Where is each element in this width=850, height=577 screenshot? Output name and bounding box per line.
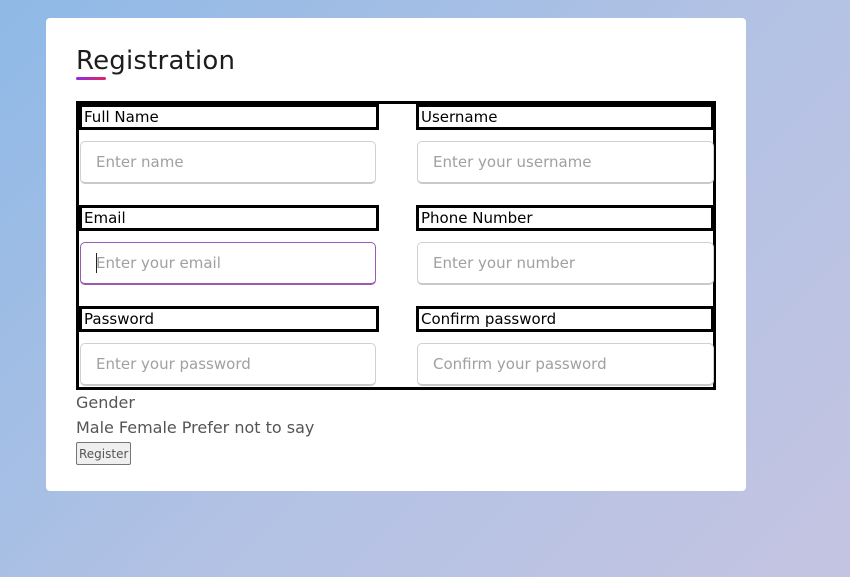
- user-details-section: Full Name Username Email Phone Number Pa…: [76, 101, 716, 390]
- confirm-password-label: Confirm password: [416, 306, 714, 332]
- full-name-input[interactable]: [80, 141, 376, 184]
- email-input[interactable]: [80, 242, 376, 285]
- full-name-label: Full Name: [79, 104, 379, 130]
- username-label: Username: [416, 104, 714, 130]
- password-input[interactable]: [80, 343, 376, 386]
- gender-title: Gender: [76, 393, 135, 412]
- gender-option-male[interactable]: Male: [76, 418, 114, 437]
- registration-card: Registration Full Name Username Email Ph…: [46, 18, 746, 491]
- title-underline: [76, 77, 106, 80]
- gender-options: Male Female Prefer not to say: [76, 418, 314, 437]
- password-label: Password: [79, 306, 379, 332]
- username-input[interactable]: [417, 141, 714, 184]
- email-field-wrapper: [80, 242, 376, 285]
- page-title: Registration: [76, 46, 236, 76]
- phone-number-input[interactable]: [417, 242, 714, 285]
- confirm-password-input[interactable]: [417, 343, 714, 386]
- gender-option-prefer-not-to-say[interactable]: Prefer not to say: [182, 418, 315, 437]
- phone-number-label: Phone Number: [416, 205, 714, 231]
- text-caret: [96, 253, 97, 273]
- email-label: Email: [79, 205, 379, 231]
- register-button[interactable]: Register: [76, 442, 132, 465]
- gender-option-female[interactable]: Female: [119, 418, 177, 437]
